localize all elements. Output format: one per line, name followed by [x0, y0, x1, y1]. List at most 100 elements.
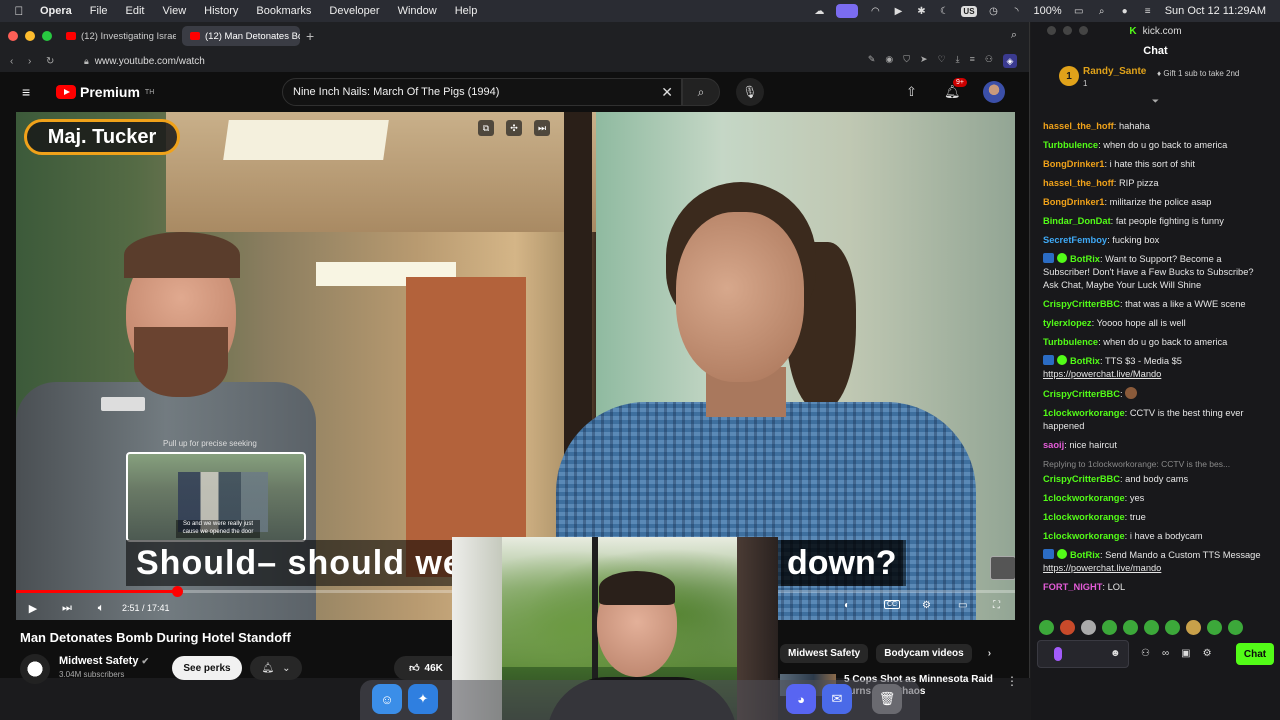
- shield-icon[interactable]: ⛉: [903, 54, 910, 68]
- gift-icon[interactable]: ▣: [1181, 648, 1190, 659]
- chat-username[interactable]: 1clockworkorange: [1043, 408, 1125, 418]
- chat-link[interactable]: https://powerchat.live/mando: [1043, 563, 1161, 573]
- volume-icon[interactable]: 🔈︎: [84, 602, 118, 615]
- chip-midwest-safety[interactable]: Midwest Safety: [780, 644, 869, 663]
- chat-username[interactable]: tylerxlopez: [1043, 318, 1092, 328]
- search-input[interactable]: Nine Inch Nails: March Of The Pigs (1994…: [282, 78, 682, 106]
- fullscreen-icon[interactable]: ⛶: [993, 600, 1000, 611]
- screen-record-icon[interactable]: [836, 4, 859, 18]
- channel-watermark[interactable]: [990, 556, 1015, 580]
- chat-message[interactable]: BotRix: TTS $3 - Media $5 https://powerc…: [1043, 355, 1270, 381]
- reload-icon[interactable]: ↻: [46, 56, 64, 67]
- chat-username[interactable]: Turbbulence: [1043, 337, 1098, 347]
- tab-man-detonates[interactable]: (12) Man Detonates Bom: [182, 26, 300, 46]
- play-icon[interactable]: ▶: [892, 5, 904, 17]
- voice-search-button[interactable]: 🎙︎: [736, 78, 764, 106]
- menu-window[interactable]: Window: [398, 5, 437, 17]
- miniplayer-icon[interactable]: ⧉: [478, 120, 494, 136]
- chat-message[interactable]: BotRix: Want to Support? Become a Subscr…: [1043, 253, 1270, 292]
- spotlight-icon[interactable]: ⌕: [1096, 5, 1108, 17]
- captions-button[interactable]: CC: [884, 600, 901, 609]
- chat-username[interactable]: BotRix: [1070, 356, 1100, 366]
- emote-icon[interactable]: [1144, 620, 1159, 635]
- see-perks-button[interactable]: See perks: [172, 656, 242, 680]
- chat-username[interactable]: CrispyCritterBBC: [1043, 474, 1120, 484]
- chat-reply-context[interactable]: Replying to 1clockworkorange: CCTV is th…: [1043, 458, 1270, 471]
- apple-icon[interactable]: : [12, 4, 26, 18]
- headphones-icon[interactable]: ◠: [869, 5, 881, 17]
- gift-leaderboard[interactable]: 1 Randy_Sante 1 Gift 1 sub to take 2nd: [1031, 62, 1280, 96]
- chat-message[interactable]: BongDrinker1: i hate this sort of shit: [1043, 158, 1270, 171]
- chat-message[interactable]: FORT_NIGHT: LOL: [1043, 581, 1270, 594]
- chat-message[interactable]: CrispyCritterBBC: and body cams: [1043, 473, 1270, 486]
- emote-icon[interactable]: [1186, 620, 1201, 635]
- menu-file[interactable]: File: [90, 5, 108, 17]
- chat-message[interactable]: CrispyCritterBBC:: [1043, 387, 1270, 401]
- cloud-icon[interactable]: ☁: [813, 5, 825, 17]
- clear-search-icon[interactable]: ✕: [661, 84, 673, 101]
- youtube-logo[interactable]: Premium TH: [56, 84, 154, 100]
- send-icon[interactable]: ➤: [920, 54, 928, 68]
- finder-icon[interactable]: ☺: [372, 684, 402, 714]
- mail-icon[interactable]: ✉: [822, 684, 852, 714]
- chat-username[interactable]: saoij: [1043, 440, 1064, 450]
- user-icon[interactable]: ●: [1119, 5, 1131, 17]
- menu-developer[interactable]: Developer: [329, 5, 379, 17]
- chat-username[interactable]: SecretFemboy: [1043, 235, 1107, 245]
- chat-message[interactable]: 1clockworkorange: i have a bodycam: [1043, 530, 1270, 543]
- chat-username[interactable]: FORT_NIGHT: [1043, 582, 1102, 592]
- close-window-button[interactable]: [8, 31, 18, 41]
- datetime[interactable]: Sun Oct 12 11:29AM: [1165, 5, 1266, 17]
- lock-icon[interactable]: 🔒︎: [84, 56, 89, 67]
- chat-message[interactable]: 1clockworkorange: true: [1043, 511, 1270, 524]
- emoji-icon[interactable]: ☻: [1110, 648, 1121, 659]
- chat-message[interactable]: Turbbulence: when do u go back to americ…: [1043, 336, 1270, 349]
- bluetooth-icon[interactable]: ✱: [915, 5, 927, 17]
- chat-message[interactable]: Turbbulence: when do u go back to americ…: [1043, 139, 1270, 152]
- chat-username[interactable]: BotRix: [1070, 550, 1100, 560]
- chat-message[interactable]: hassel_the_hoff: hahaha: [1043, 120, 1270, 133]
- emote-icon[interactable]: [1228, 620, 1243, 635]
- wifi-icon[interactable]: ◝: [1011, 5, 1023, 17]
- zoom-window-button[interactable]: [1079, 26, 1088, 35]
- account-icon[interactable]: ⚇: [985, 54, 993, 68]
- subscription-bell-button[interactable]: 🔔︎ ⌄: [250, 656, 302, 680]
- menu-icon[interactable]: ≡: [970, 54, 975, 68]
- chat-message[interactable]: Bindar_DonDat: fat people fighting is fu…: [1043, 215, 1270, 228]
- chat-username[interactable]: 1clockworkorange: [1043, 512, 1125, 522]
- chat-message[interactable]: 1clockworkorange: yes: [1043, 492, 1270, 505]
- chat-username[interactable]: BongDrinker1: [1043, 159, 1104, 169]
- heart-icon[interactable]: ♡: [938, 54, 946, 68]
- chat-username[interactable]: CrispyCritterBBC: [1043, 389, 1120, 399]
- skip-icon[interactable]: ⏭: [534, 120, 550, 136]
- emote-icon[interactable]: [1102, 620, 1117, 635]
- minimize-window-button[interactable]: [1063, 26, 1072, 35]
- edit-icon[interactable]: ✎: [868, 54, 876, 68]
- menu-app-name[interactable]: Opera: [40, 5, 72, 17]
- more-options-icon[interactable]: ⋮: [1006, 674, 1018, 688]
- people-icon[interactable]: ⚇: [1141, 648, 1150, 659]
- safari-icon[interactable]: ✦: [408, 684, 438, 714]
- input-source-badge[interactable]: US: [961, 5, 977, 17]
- forward-icon[interactable]: ›: [28, 56, 46, 67]
- download-icon[interactable]: ⤓: [956, 54, 960, 68]
- user-avatar[interactable]: [983, 81, 1005, 103]
- theater-mode-icon[interactable]: ▭: [958, 600, 967, 611]
- settings-gear-icon[interactable]: ⚙: [1203, 648, 1212, 659]
- search-button[interactable]: ⌕: [682, 78, 720, 106]
- mic-icon[interactable]: [1054, 647, 1062, 661]
- chat-username[interactable]: hassel_the_hoff: [1043, 121, 1114, 131]
- emote-icon[interactable]: [1207, 620, 1222, 635]
- new-tab-button[interactable]: +: [306, 28, 314, 44]
- next-button[interactable]: ⏭: [50, 602, 84, 615]
- chip-bodycam-videos[interactable]: Bodycam videos: [876, 644, 972, 663]
- chat-input[interactable]: ☻: [1037, 640, 1129, 668]
- chat-username[interactable]: 1clockworkorange: [1043, 531, 1125, 541]
- menu-view[interactable]: View: [163, 5, 187, 17]
- trash-icon[interactable]: 🗑︎: [872, 684, 902, 714]
- chat-username[interactable]: Bindar_DonDat: [1043, 216, 1111, 226]
- chat-username[interactable]: BongDrinker1: [1043, 197, 1104, 207]
- collapse-arrow-icon[interactable]: ⏷: [1031, 96, 1280, 108]
- hamburger-menu-icon[interactable]: ≡: [22, 84, 38, 100]
- chat-message[interactable]: saoij: nice haircut: [1043, 439, 1270, 452]
